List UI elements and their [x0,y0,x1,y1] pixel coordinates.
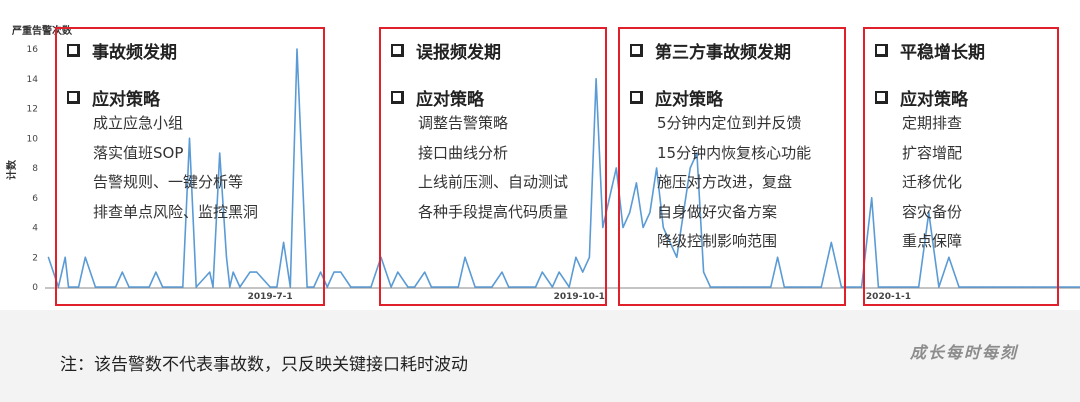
phase-box-2: 误报频发期 应对策略 调整告警策略 接口曲线分析 上线前压测、自动测试 各种手段… [379,27,607,306]
phase-box-1: 事故频发期 应对策略 成立应急小组 落实值班SOP 告警规则、一键分析等 排查单… [55,27,325,306]
phase-2-strategy-row: 应对策略 [391,85,484,110]
phase-4-title: 平稳增长期 [900,43,985,63]
strategy-item: 上线前压测、自动测试 [418,173,569,191]
data-point [850,286,853,288]
y-tick-label: 6 [32,194,38,204]
data-point [1062,286,1064,288]
phase-3-strategy-label: 应对策略 [655,90,723,110]
y-axis-title: 计数 [5,159,18,180]
data-point [340,271,342,273]
watermark: 成长每时每刻 [910,343,1019,362]
phase-3-title-row: 第三方事故频发期 [630,38,791,63]
phase-4-strategy-row: 应对策略 [875,85,968,110]
phase-3-strategy-row: 应对策略 [630,85,723,110]
strategy-item: 定期排查 [902,114,963,132]
y-tick-label: 2 [32,253,38,263]
phase-3-title: 第三方事故频发期 [655,43,791,63]
strategy-item: 重点保障 [902,232,963,250]
phase-4-title-row: 平稳增长期 [875,38,985,63]
strategy-item: 自身做好灾备方案 [657,202,778,221]
data-point [370,286,372,288]
data-point [360,286,362,288]
phase-1-strategy-list: 成立应急小组 落实值班SOP 告警规则、一键分析等 排查单点风险、监控黑洞 [93,109,258,227]
y-tick-label: 12 [27,105,38,115]
phase-3-strategy-list: 5分钟内定位到并反馈 15分钟内恢复核心功能 施压对方改进，复盘 自身做好灾备方… [657,109,811,257]
strategy-item: 容灾备份 [902,202,963,221]
y-tick-label: 16 [27,45,39,55]
checkbox-icon [67,44,80,57]
checkbox-icon [391,91,404,104]
strategy-item: 调整告警策略 [418,114,509,132]
checkbox-icon [630,44,643,57]
y-tick-label: 8 [32,164,38,174]
strategy-item: 接口曲线分析 [418,143,509,162]
strategy-item: 迁移优化 [902,173,963,191]
y-tick-label: 10 [27,134,39,144]
strategy-item: 落实值班SOP [93,143,184,162]
phase-1-title-row: 事故频发期 [67,38,177,63]
y-tick-label: 14 [27,75,39,85]
data-point [615,167,617,169]
strategy-item: 5分钟内定位到并反馈 [657,114,802,132]
data-point [350,286,352,288]
phase-2-title: 误报频发期 [416,43,501,63]
data-point [326,286,328,288]
y-axis-ticks: 0 2 4 6 8 10 12 14 16 [27,45,39,293]
strategy-item: 成立应急小组 [93,114,184,132]
checkbox-icon [391,44,404,57]
phase-4-strategy-label: 应对策略 [900,90,968,110]
strategy-item: 扩容增配 [902,143,963,162]
strategy-item: 施压对方改进，复盘 [657,173,793,191]
checkbox-icon [875,44,888,57]
phase-2-strategy-list: 调整告警策略 接口曲线分析 上线前压测、自动测试 各种手段提高代码质量 [418,109,568,227]
y-tick-label: 0 [32,283,38,293]
strategy-item: 降级控制影响范围 [657,232,778,250]
phase-box-3: 第三方事故频发期 应对策略 5分钟内定位到并反馈 15分钟内恢复核心功能 施压对… [618,27,846,306]
checkbox-icon [67,91,80,104]
strategy-item: 排查单点风险、监控黑洞 [93,202,259,221]
checkbox-icon [875,91,888,104]
checkbox-icon [630,91,643,104]
y-tick-label: 4 [32,224,38,234]
footnote: 注：该告警数不代表事故数，只反映关键接口耗时波动 [60,355,468,375]
strategy-item: 各种手段提高代码质量 [418,202,569,221]
footer: 注：该告警数不代表事故数，只反映关键接口耗时波动 成长每时每刻 [0,310,1080,402]
data-point [47,256,49,258]
chart-area: 严重告警次数 计数 0 2 4 6 8 10 12 14 16 2019-7-1 2019-10-… [0,0,1080,310]
data-point [333,271,335,273]
strategy-item: 15分钟内恢复核心功能 [657,143,812,162]
data-point [608,197,611,199]
phase-box-4: 平稳增长期 应对策略 定期排查 扩容增配 迁移优化 容灾备份 重点保障 [863,27,1059,306]
phase-2-strategy-label: 应对策略 [416,90,484,110]
strategy-item: 告警规则、一键分析等 [93,173,244,191]
phase-2-title-row: 误报频发期 [391,38,501,63]
phase-1-title: 事故频发期 [92,43,177,63]
phase-1-strategy-label: 应对策略 [92,90,160,110]
phase-1-strategy-row: 应对策略 [67,85,160,110]
data-point [860,286,863,288]
phase-4-strategy-list: 定期排查 扩容增配 迁移优化 容灾备份 重点保障 [902,109,962,257]
